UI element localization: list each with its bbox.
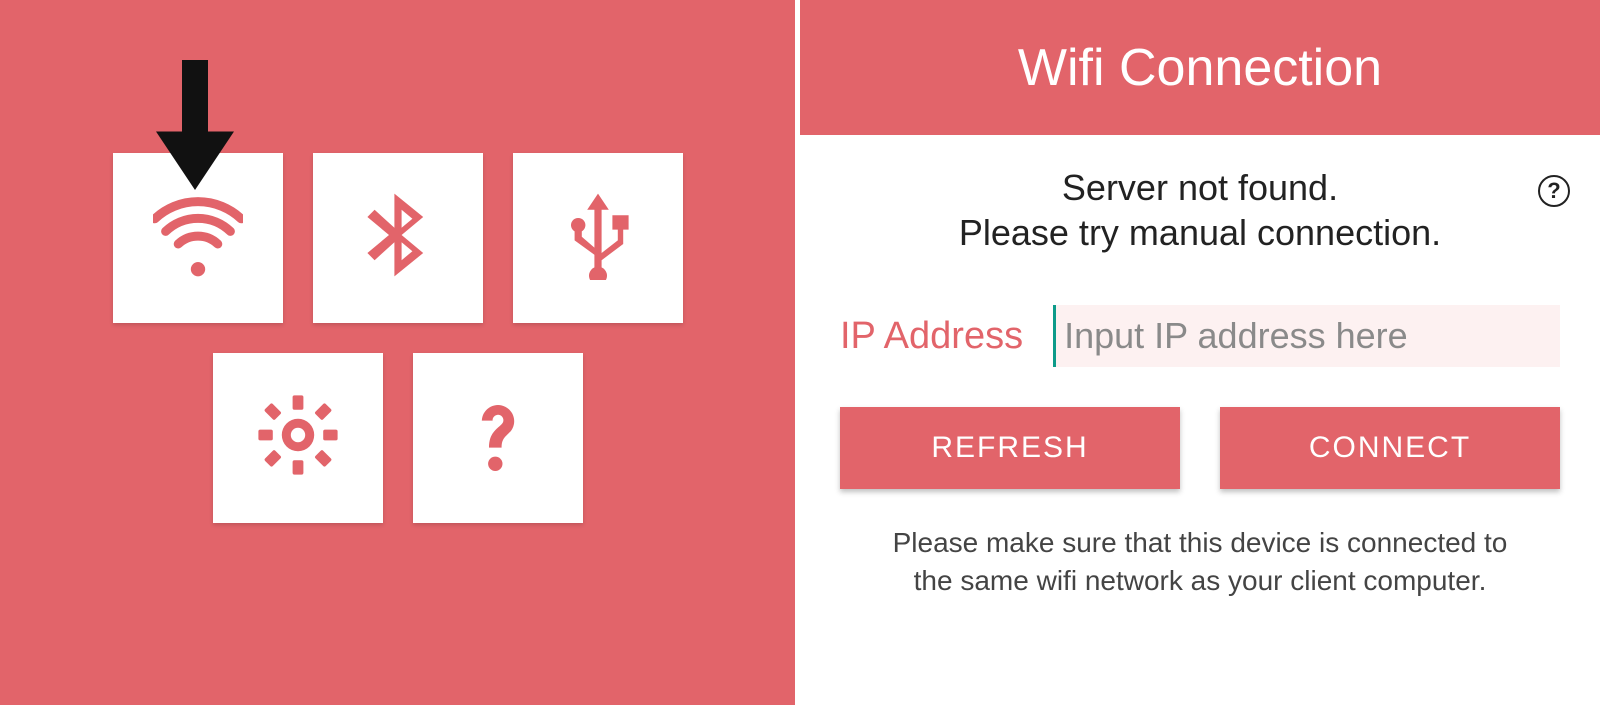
action-buttons: REFRESH CONNECT [830,407,1570,489]
settings-tile[interactable] [213,353,383,523]
connect-button[interactable]: CONNECT [1220,407,1560,489]
ip-address-row: IP Address [830,305,1570,367]
panel-content: Server not found. Please try manual conn… [800,135,1600,705]
refresh-button[interactable]: REFRESH [840,407,1180,489]
ip-address-label: IP Address [840,315,1023,358]
tiles-row-bottom [213,353,583,523]
connection-tiles-panel [0,0,795,705]
help-icon[interactable]: ? [1538,175,1570,207]
panel-title-text: Wifi Connection [1018,38,1382,98]
wifi-connection-panel: Wifi Connection Server not found. Please… [800,0,1600,705]
wifi-icon [153,190,243,285]
help-tile[interactable] [413,353,583,523]
status-line-2: Please try manual connection. [830,210,1570,255]
bluetooth-icon [353,190,443,285]
status-line-1: Server not found. [830,165,1570,210]
pointer-arrow-icon [155,60,235,195]
gear-icon [253,390,343,485]
usb-icon [553,190,643,285]
bluetooth-tile[interactable] [313,153,483,323]
panel-title: Wifi Connection [800,0,1600,135]
usb-tile[interactable] [513,153,683,323]
ip-address-input[interactable] [1053,305,1560,367]
network-hint: Please make sure that this device is con… [830,524,1570,600]
status-message: Server not found. Please try manual conn… [830,165,1570,255]
question-icon [453,390,543,485]
